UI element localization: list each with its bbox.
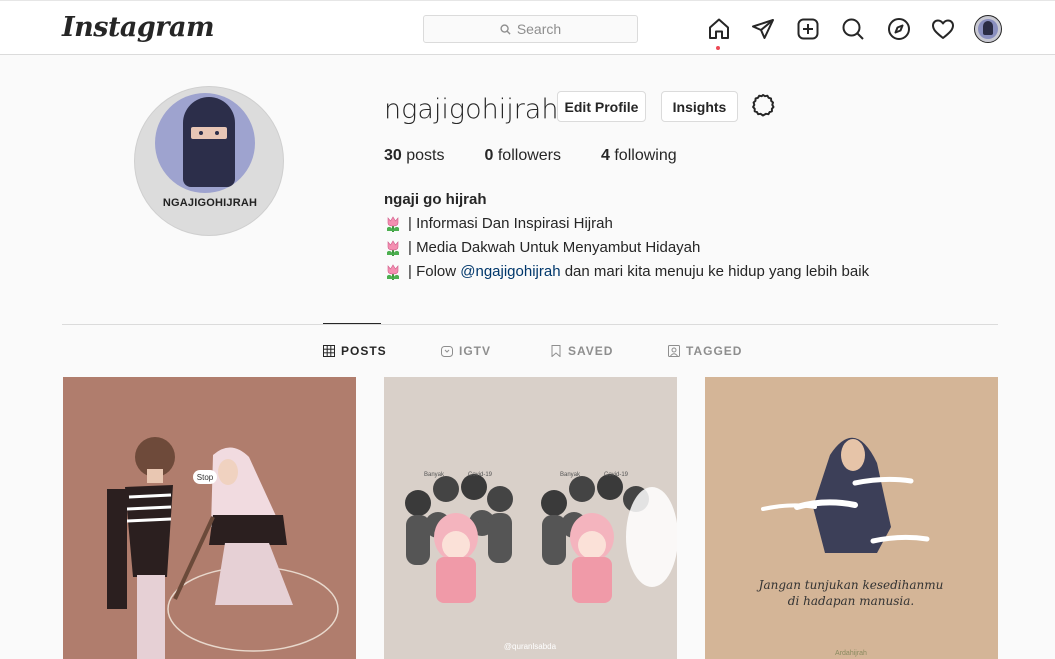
- followers-stat[interactable]: 0 followers: [485, 147, 562, 165]
- home-active-dot: [716, 46, 720, 50]
- post-thumbnail-1[interactable]: Stop: [63, 377, 356, 659]
- post-thumbnail-2[interactable]: Banyak Covid-19 Banyak Covid-19 @quranls…: [384, 377, 677, 659]
- tulip-emoji-icon: [387, 216, 399, 232]
- svg-text:Banyak: Banyak: [424, 472, 445, 478]
- profile-avatar-button[interactable]: [974, 15, 1002, 43]
- search-small-icon: [500, 23, 511, 35]
- bio-line-3: | Folow @ngajigohijrah dan mari kita men…: [384, 260, 869, 284]
- tab-tagged[interactable]: TAGGED: [668, 344, 742, 358]
- direct-icon[interactable]: [750, 16, 776, 42]
- activity-heart-icon[interactable]: [930, 16, 956, 42]
- tulip-emoji-icon: [387, 240, 399, 256]
- bio-line-2: | Media Dakwah Untuk Menyambut Hidayah: [384, 236, 869, 260]
- grid-icon: [323, 345, 335, 357]
- post-thumbnail-3[interactable]: Jangan tunjukan kesedihanmu di hadapan m…: [705, 377, 998, 659]
- following-stat[interactable]: 4 following: [601, 147, 677, 165]
- post-2-illustration: Banyak Covid-19 Banyak Covid-19 @quranls…: [405, 472, 677, 651]
- profile-bio: ngaji go hijrah | Informasi Dan Inspiras…: [384, 188, 869, 284]
- tab-posts[interactable]: POSTS: [323, 344, 387, 358]
- svg-text:Banyak: Banyak: [560, 472, 581, 478]
- tab-saved[interactable]: SAVED: [550, 344, 613, 358]
- tabs-divider: [62, 324, 998, 325]
- explore-icon[interactable]: [886, 16, 912, 42]
- avatar-caption: NGAJIGOHIJRAH: [162, 197, 258, 209]
- edit-profile-button[interactable]: Edit Profile: [557, 91, 646, 122]
- tab-igtv[interactable]: IGTV: [441, 344, 491, 358]
- igtv-icon: [441, 346, 453, 357]
- post-3-watermark: Ardahijrah: [835, 650, 867, 657]
- post-1-speech-bubble: Stop: [197, 473, 214, 482]
- post-3-illustration: Jangan tunjukan kesedihanmu di hadapan m…: [756, 437, 944, 657]
- search-icon[interactable]: [840, 16, 866, 42]
- bio-line-1: | Informasi Dan Inspirasi Hijrah: [384, 212, 869, 236]
- new-post-icon[interactable]: [795, 16, 821, 42]
- tulip-emoji-icon: [387, 264, 399, 280]
- post-1-illustration: Stop: [107, 437, 339, 659]
- insights-button[interactable]: Insights: [661, 91, 738, 122]
- post-3-quote-line-1: Jangan tunjukan kesedihanmu: [756, 578, 944, 592]
- settings-gear-icon[interactable]: [750, 93, 776, 119]
- bookmark-icon: [551, 345, 561, 357]
- svg-text:Covid-19: Covid-19: [468, 472, 493, 478]
- tag-user-icon: [668, 345, 680, 357]
- active-tab-indicator: [323, 323, 381, 324]
- profile-stats: 30 posts 0 followers 4 following: [384, 147, 717, 165]
- home-icon[interactable]: [706, 16, 732, 50]
- search-placeholder: Search: [516, 21, 562, 37]
- top-navigation-bar: Instagram Search: [0, 0, 1055, 55]
- instagram-logo[interactable]: Instagram: [62, 12, 215, 43]
- profile-avatar[interactable]: NGAJIGOHIJRAH: [134, 86, 284, 236]
- bio-full-name: ngaji go hijrah: [384, 191, 487, 208]
- avatar-niqab-figure: [183, 97, 235, 187]
- post-2-watermark: @quranlsabda: [504, 642, 557, 651]
- bio-mention-link[interactable]: @ngajigohijrah: [460, 260, 560, 284]
- search-input[interactable]: Search: [423, 15, 638, 43]
- post-3-quote-line-2: di hadapan manusia.: [788, 594, 914, 608]
- profile-username: ngajigohijrah: [384, 94, 559, 125]
- posts-stat: 30 posts: [384, 147, 445, 164]
- svg-text:Covid-19: Covid-19: [604, 472, 629, 478]
